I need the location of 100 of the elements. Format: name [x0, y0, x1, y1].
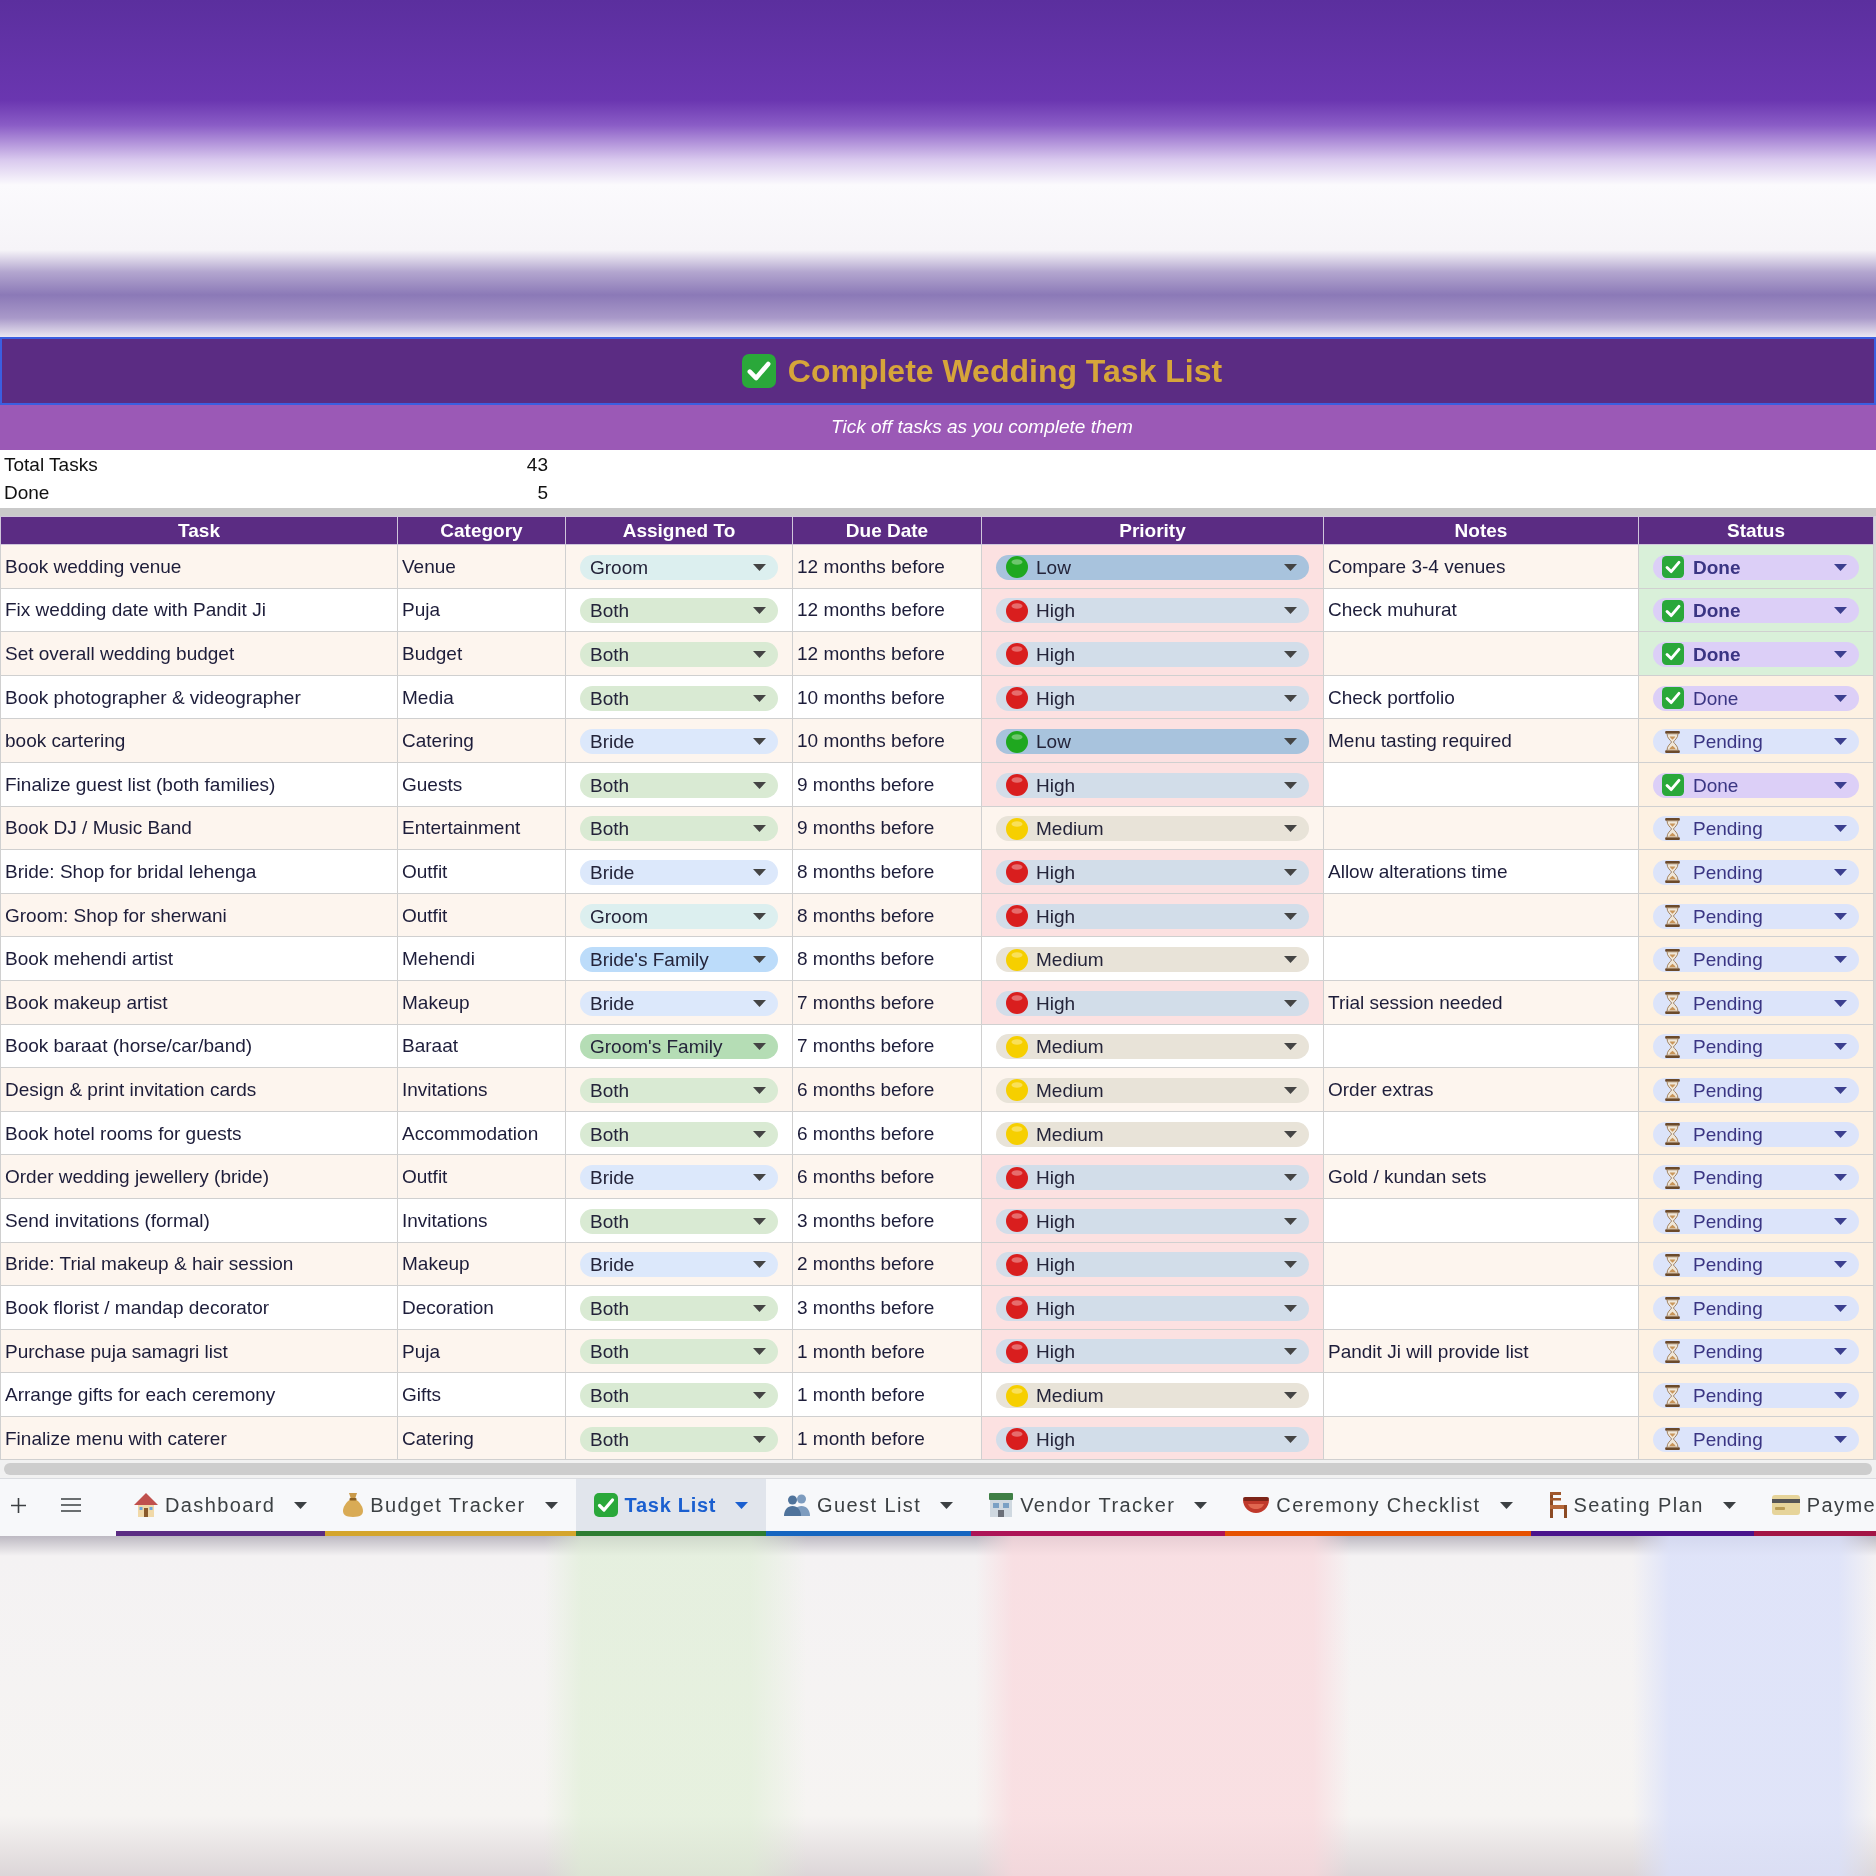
priority-dropdown[interactable]: High — [996, 1208, 1309, 1234]
status-dropdown[interactable]: Pending — [1653, 729, 1859, 755]
assignee-dropdown[interactable]: Both — [580, 1295, 778, 1321]
due-date-cell: 1 month before — [792, 1372, 982, 1417]
category-cell: Venue — [397, 544, 566, 589]
status-dropdown[interactable]: Done — [1653, 598, 1859, 624]
sheet-tab[interactable]: Task List — [575, 1479, 767, 1536]
status-dropdown[interactable]: Pending — [1653, 1252, 1859, 1278]
assignee-dropdown[interactable]: Both — [580, 1426, 778, 1452]
priority-dropdown[interactable]: Medium — [996, 1383, 1309, 1409]
sheet-tab[interactable]: Ceremony Checklist — [1225, 1479, 1531, 1536]
assignee-dropdown[interactable]: Both — [580, 1383, 778, 1409]
priority-dot-icon — [1006, 1035, 1028, 1058]
caret-icon — [1284, 956, 1297, 964]
task-cell: Purchase puja samagri list — [0, 1329, 398, 1373]
category-cell: Catering — [397, 718, 566, 763]
assignee-dropdown[interactable]: Bride — [580, 859, 778, 885]
status-dropdown[interactable]: Pending — [1653, 990, 1859, 1016]
priority-dropdown[interactable]: High — [996, 642, 1309, 667]
priority-dropdown[interactable]: High — [996, 1426, 1309, 1452]
priority-dropdown[interactable]: High — [996, 903, 1309, 929]
priority-dropdown[interactable]: High — [996, 598, 1309, 624]
assignee-dropdown[interactable]: Both — [580, 1208, 778, 1234]
priority-dropdown[interactable]: High — [996, 772, 1309, 798]
status-dropdown[interactable]: Pending — [1653, 1165, 1859, 1191]
assignee-dropdown[interactable]: Bride — [580, 990, 778, 1016]
assignee-dropdown[interactable]: Both — [580, 685, 778, 711]
due-date-cell: 1 month before — [792, 1416, 982, 1460]
status-dropdown[interactable]: Pending — [1653, 1077, 1859, 1103]
category-cell: Guests — [397, 762, 566, 807]
priority-dropdown[interactable]: High — [996, 1295, 1309, 1321]
sheet-tab[interactable]: Dashboard — [115, 1479, 326, 1536]
due-date-cell: 7 months before — [792, 980, 982, 1025]
priority-dropdown[interactable]: High — [996, 1165, 1309, 1191]
assignee-dropdown[interactable]: Both — [580, 598, 778, 624]
category-cell: Media — [397, 675, 566, 719]
sheet-tab[interactable]: Payme — [1753, 1479, 1876, 1536]
status-dropdown[interactable]: Done — [1653, 685, 1859, 711]
priority-dropdown[interactable]: Medium — [996, 816, 1309, 842]
status-dropdown[interactable]: Pending — [1653, 1339, 1859, 1365]
assignee-dropdown[interactable]: Bride — [580, 1252, 778, 1278]
priority-dropdown[interactable]: Low — [996, 729, 1309, 755]
assignee-dropdown[interactable]: Both — [580, 642, 778, 667]
bowl-icon — [1243, 1497, 1270, 1513]
status-dropdown[interactable]: Pending — [1653, 1383, 1859, 1409]
priority-dot-icon — [1006, 1123, 1028, 1145]
status-dropdown[interactable]: Pending — [1653, 903, 1859, 929]
sheet-tab[interactable]: Guest List — [766, 1479, 972, 1536]
status-dropdown[interactable]: Pending — [1653, 1295, 1859, 1321]
caret-icon — [1834, 1174, 1847, 1182]
caret-icon — [1284, 781, 1297, 789]
notes-cell: Gold / kundan sets — [1323, 1154, 1639, 1199]
status-dropdown[interactable]: Done — [1653, 554, 1859, 580]
status-dropdown[interactable]: Done — [1653, 642, 1859, 667]
sheet-tab[interactable]: Seating Plan — [1530, 1479, 1754, 1536]
assignee-dropdown[interactable]: Both — [580, 816, 778, 842]
priority-dropdown[interactable]: Medium — [996, 1034, 1309, 1060]
status-dropdown[interactable]: Pending — [1653, 1034, 1859, 1060]
assignee-dropdown[interactable]: Both — [580, 1339, 778, 1365]
caret-icon — [735, 1501, 749, 1509]
column-header: Status — [1638, 516, 1874, 545]
assignee-dropdown[interactable]: Both — [580, 772, 778, 798]
due-date-cell: 9 months before — [792, 806, 982, 850]
assignee-dropdown[interactable]: Groom — [580, 554, 778, 580]
assignee-dropdown[interactable]: Bride's Family — [580, 947, 778, 973]
priority-dropdown[interactable]: Medium — [996, 1077, 1309, 1103]
caret-icon — [1834, 563, 1847, 571]
assignee-dropdown[interactable]: Both — [580, 1121, 778, 1147]
scrollbar-thumb[interactable] — [4, 1463, 1872, 1475]
assignee-dropdown[interactable]: Bride — [580, 1165, 778, 1191]
category-cell: Invitations — [397, 1067, 566, 1112]
status-dropdown[interactable]: Done — [1653, 772, 1859, 798]
priority-dropdown[interactable]: High — [996, 859, 1309, 885]
priority-dropdown[interactable]: Low — [996, 554, 1309, 580]
check-box-icon — [1662, 599, 1684, 622]
priority-dropdown[interactable]: Medium — [996, 947, 1309, 973]
sheet-tab[interactable]: Vendor Tracker — [971, 1479, 1226, 1536]
status-dropdown[interactable]: Pending — [1653, 1121, 1859, 1147]
hourglass-icon — [1665, 1166, 1680, 1189]
status-dropdown[interactable]: Pending — [1653, 816, 1859, 842]
caret-icon — [1284, 1392, 1297, 1400]
status-dropdown[interactable]: Pending — [1653, 859, 1859, 885]
notes-cell: Check muhurat — [1323, 588, 1639, 632]
priority-dropdown[interactable]: High — [996, 1339, 1309, 1365]
assignee-dropdown[interactable]: Both — [580, 1077, 778, 1103]
priority-dropdown[interactable]: Medium — [996, 1121, 1309, 1147]
caret-icon — [753, 694, 766, 702]
assignee-dropdown[interactable]: Groom's Family — [580, 1034, 778, 1060]
due-date-cell: 2 months before — [792, 1242, 982, 1286]
priority-dropdown[interactable]: High — [996, 990, 1309, 1016]
priority-dropdown[interactable]: High — [996, 685, 1309, 711]
status-dropdown[interactable]: Pending — [1653, 1208, 1859, 1234]
sheet-tab[interactable]: Budget Tracker — [325, 1479, 576, 1536]
column-header: Priority — [981, 516, 1324, 545]
assignee-dropdown[interactable]: Groom — [580, 903, 778, 929]
priority-dropdown[interactable]: High — [996, 1252, 1309, 1278]
status-dropdown[interactable]: Pending — [1653, 947, 1859, 973]
caret-icon — [1834, 956, 1847, 964]
assignee-dropdown[interactable]: Bride — [580, 729, 778, 755]
status-dropdown[interactable]: Pending — [1653, 1426, 1859, 1452]
